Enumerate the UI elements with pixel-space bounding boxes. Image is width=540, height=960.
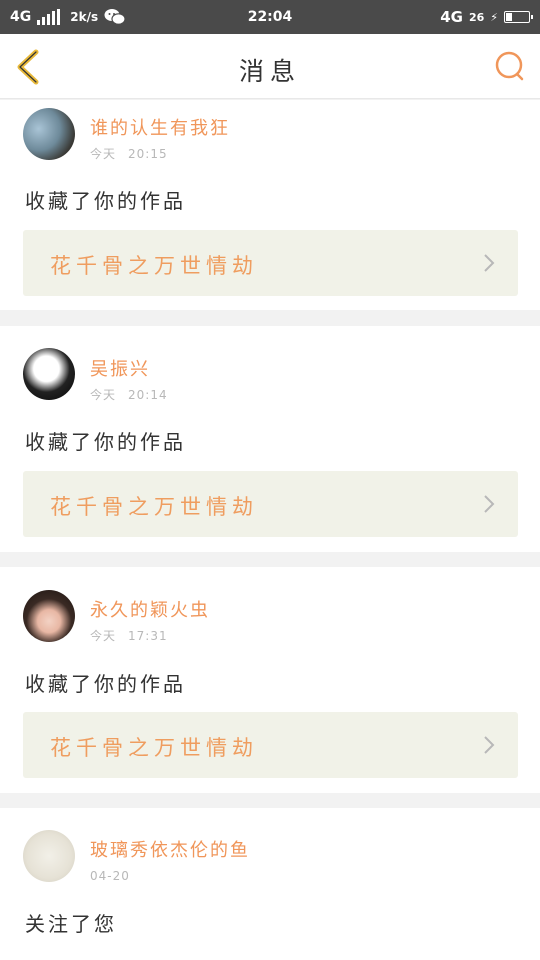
status-bar: 4G 2k/s 22:04 4G 26 ⚡: [0, 0, 540, 34]
avatar[interactable]: [23, 590, 75, 642]
chevron-right-icon: [484, 736, 495, 754]
chevron-right-icon: [484, 495, 495, 513]
message-card: 吴振兴 今天 20:14 收藏了你的作品 花千骨之万世情劫: [0, 326, 540, 552]
chevron-right-icon: [484, 254, 495, 272]
avatar[interactable]: [23, 108, 75, 160]
action-text: 关注了您: [25, 912, 117, 936]
search-icon[interactable]: [494, 50, 526, 82]
page-title: 消息: [238, 57, 301, 86]
wechat-icon: [104, 9, 126, 25]
work-link[interactable]: 花千骨之万世情劫: [23, 230, 518, 296]
message-time: 今天 20:14: [90, 388, 168, 402]
message-time: 04-20: [90, 869, 130, 883]
message-time: 今天 17:31: [90, 629, 168, 643]
work-link[interactable]: 花千骨之万世情劫: [23, 471, 518, 537]
network-type-right: 4G: [440, 8, 463, 26]
avatar[interactable]: [23, 830, 75, 882]
message-card: 谁的认生有我狂 今天 20:15 收藏了你的作品 花千骨之万世情劫: [0, 100, 540, 310]
action-text: 收藏了你的作品: [25, 189, 186, 213]
work-title: 花千骨之万世情劫: [50, 254, 258, 278]
message-card: 玻璃秀依杰伦的鱼 04-20 关注了您: [0, 808, 540, 960]
network-speed: 2k/s: [70, 10, 99, 24]
work-title: 花千骨之万世情劫: [50, 495, 258, 519]
action-text: 收藏了你的作品: [25, 672, 186, 696]
work-link[interactable]: 花千骨之万世情劫: [23, 712, 518, 778]
signal-icon: [37, 9, 61, 25]
message-card: 永久的颖火虫 今天 17:31 收藏了你的作品 花千骨之万世情劫: [0, 567, 540, 793]
work-title: 花千骨之万世情劫: [50, 736, 258, 760]
battery-icon: [504, 11, 533, 23]
battery-level: 26: [468, 10, 485, 24]
action-text: 收藏了你的作品: [25, 430, 186, 454]
top-bar: 消息: [0, 34, 540, 99]
charging-icon: ⚡: [490, 10, 498, 24]
username[interactable]: 吴振兴: [90, 355, 150, 381]
username[interactable]: 玻璃秀依杰伦的鱼: [90, 836, 250, 862]
clock: 22:04: [247, 9, 293, 25]
network-type: 4G: [10, 9, 32, 25]
username[interactable]: 永久的颖火虫: [90, 596, 210, 622]
message-time: 今天 20:15: [90, 147, 168, 161]
username[interactable]: 谁的认生有我狂: [90, 114, 230, 140]
avatar[interactable]: [23, 348, 75, 400]
